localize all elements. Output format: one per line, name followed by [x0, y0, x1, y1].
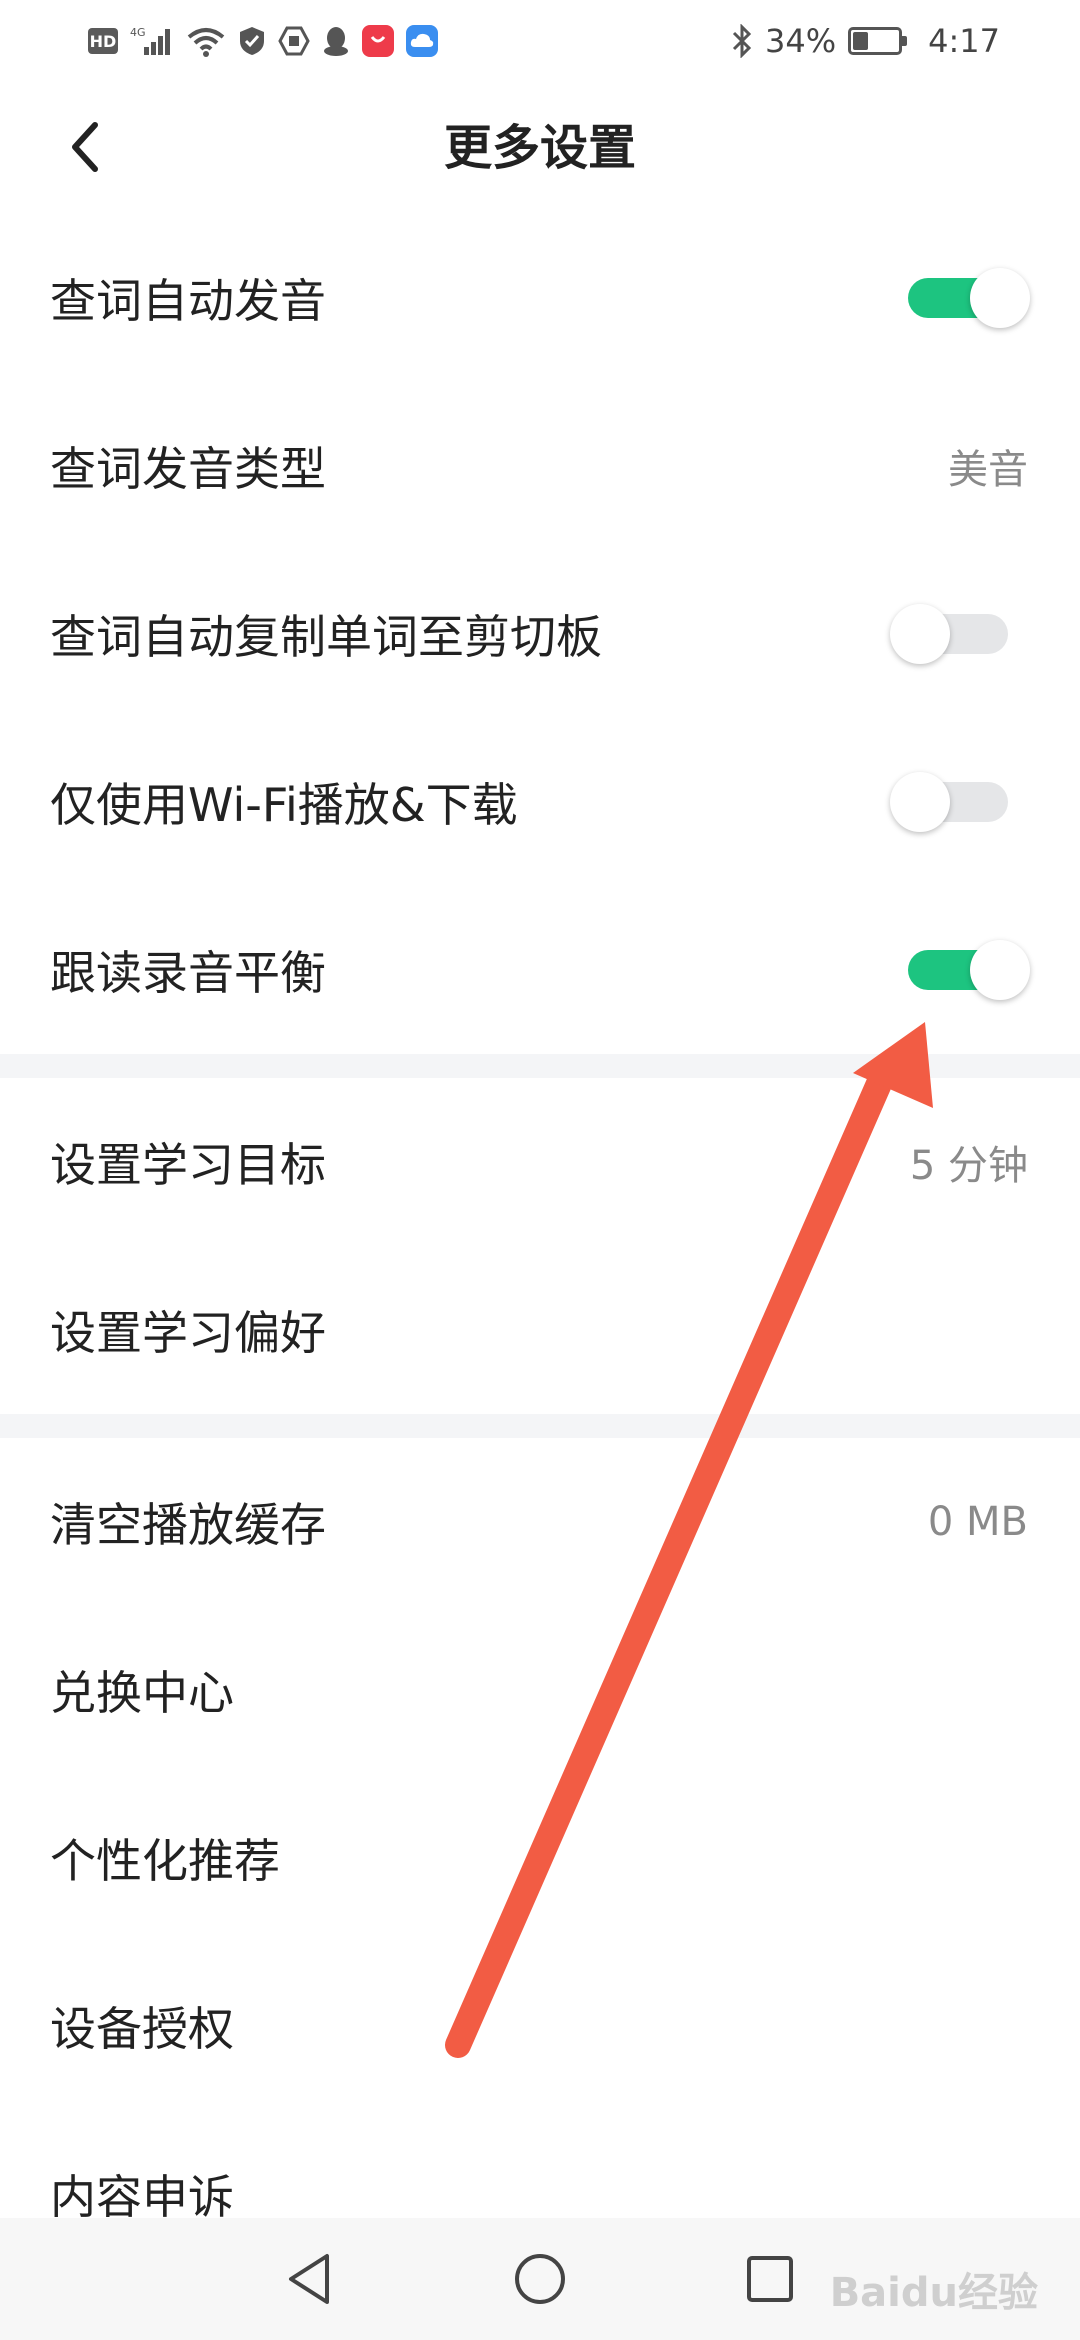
setting-label: 兑换中心 — [50, 1666, 234, 1720]
settings-list: 查词自动发音 查词发音类型 美音 查词自动复制单词至剪切板 仅使用Wi-Fi播放… — [0, 214, 1080, 2278]
setting-value: 5 分钟 — [909, 1143, 1028, 1189]
setting-row-auto-pronounce[interactable]: 查词自动发音 — [0, 214, 1080, 382]
home-circle-icon — [515, 2254, 565, 2304]
setting-label: 查词自动复制单词至剪切板 — [50, 610, 602, 664]
status-bar: HD 4G 34% 4:17 — [0, 0, 1080, 82]
vpn-icon — [278, 25, 310, 57]
screen: HD 4G 34% 4:17 更多设置 查词自动发音 查词发音类型 美音 查词自… — [0, 0, 1080, 2340]
clock: 4:17 — [928, 22, 1000, 60]
battery-icon — [848, 27, 908, 55]
shield-icon — [238, 25, 266, 57]
section-divider — [0, 1054, 1080, 1078]
toggle-knob — [890, 604, 950, 664]
network-type-text: 4G — [130, 26, 146, 39]
setting-label: 查词自动发音 — [50, 274, 326, 328]
signal-icon: 4G — [130, 25, 174, 57]
setting-row-study-preference[interactable]: 设置学习偏好 — [0, 1246, 1080, 1414]
nav-bar: Baidu经验 — [0, 2218, 1080, 2340]
baidu-watermark: Baidu经验 — [829, 2270, 1038, 2316]
status-bar-left: HD 4G — [88, 25, 438, 57]
chevron-left-icon — [72, 122, 98, 172]
setting-label: 设置学习偏好 — [50, 1306, 326, 1360]
wifi-only-toggle[interactable] — [890, 772, 1008, 832]
auto-pronounce-toggle[interactable] — [908, 268, 1030, 328]
toggle-knob — [970, 268, 1030, 328]
setting-row-pronounce-type[interactable]: 查词发音类型 美音 — [0, 382, 1080, 550]
cloud-icon — [406, 25, 438, 57]
header: 更多设置 — [0, 82, 1080, 214]
setting-label: 跟读录音平衡 — [50, 946, 326, 1000]
hd-icon: HD — [88, 28, 118, 54]
back-button[interactable] — [50, 112, 120, 182]
setting-label: 清空播放缓存 — [50, 1498, 326, 1552]
nav-home-button[interactable] — [480, 2218, 600, 2340]
battery-fill — [853, 32, 869, 50]
bluetooth-icon — [731, 24, 753, 58]
setting-label: 查词发音类型 — [50, 442, 326, 496]
setting-row-study-goal[interactable]: 设置学习目标 5 分钟 — [0, 1078, 1080, 1246]
battery-percent: 34% — [765, 22, 837, 60]
setting-label: 设备授权 — [50, 2002, 234, 2056]
section-divider — [0, 1414, 1080, 1438]
recents-square-icon — [747, 2256, 793, 2302]
page-title: 更多设置 — [443, 120, 636, 176]
huawei-store-icon — [362, 25, 394, 57]
setting-value: 美音 — [948, 447, 1028, 493]
nav-back-button[interactable] — [250, 2218, 370, 2340]
setting-row-auto-copy[interactable]: 查词自动复制单词至剪切板 — [0, 550, 1080, 718]
setting-row-device-authorization[interactable]: 设备授权 — [0, 1942, 1080, 2110]
setting-label: 设置学习目标 — [50, 1138, 326, 1192]
status-bar-right: 34% 4:17 — [731, 22, 1000, 60]
wifi-icon — [186, 25, 226, 57]
qq-icon — [322, 25, 350, 57]
setting-value: 0 MB — [927, 1499, 1028, 1545]
setting-row-wifi-only[interactable]: 仅使用Wi-Fi播放&下载 — [0, 718, 1080, 886]
toggle-knob — [970, 940, 1030, 1000]
recording-balance-toggle[interactable] — [908, 940, 1030, 1000]
back-triangle-icon — [289, 2254, 329, 2304]
setting-row-recording-balance[interactable]: 跟读录音平衡 — [0, 886, 1080, 1054]
nav-recents-button[interactable] — [710, 2218, 830, 2340]
setting-label: 个性化推荐 — [50, 1834, 280, 1888]
toggle-knob — [890, 772, 950, 832]
setting-row-clear-cache[interactable]: 清空播放缓存 0 MB — [0, 1438, 1080, 1606]
auto-copy-toggle[interactable] — [890, 604, 1008, 664]
setting-row-redeem-center[interactable]: 兑换中心 — [0, 1606, 1080, 1774]
setting-label: 仅使用Wi-Fi播放&下载 — [50, 778, 518, 832]
setting-row-personalized-recommendation[interactable]: 个性化推荐 — [0, 1774, 1080, 1942]
